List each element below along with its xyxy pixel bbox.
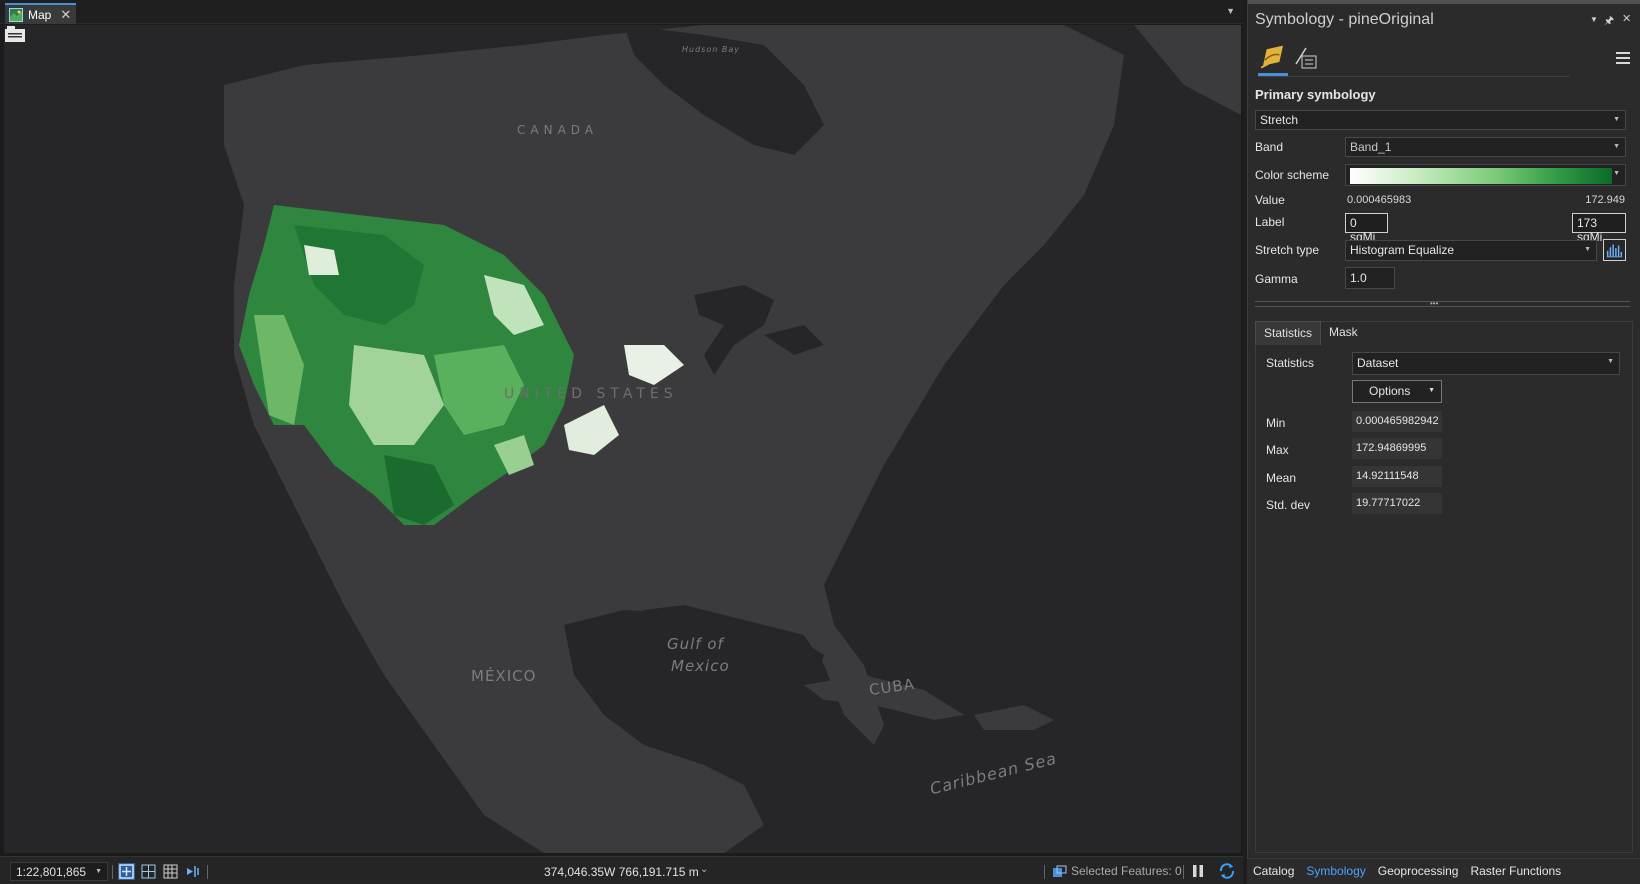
label-hudson-bay: Hudson Bay	[682, 45, 740, 54]
stretch-type-label: Stretch type	[1255, 243, 1320, 257]
renderer-select[interactable]: Stretch ▼	[1255, 110, 1626, 130]
chevron-down-icon[interactable]: ⌄	[700, 864, 708, 875]
chevron-down-icon[interactable]: ▼	[1226, 6, 1235, 16]
map-canvas[interactable]: Hudson Bay CANADA UNITED STATES MÉXICO G…	[4, 25, 1241, 853]
statistics-select[interactable]: Dataset ▼	[1352, 352, 1620, 375]
tab-raster-functions[interactable]: Raster Functions	[1464, 859, 1567, 884]
mean-label: Mean	[1266, 471, 1297, 485]
legend-icon[interactable]	[4, 25, 26, 43]
statistics-panel	[1255, 321, 1633, 853]
color-scheme-select[interactable]: ▼	[1345, 164, 1626, 186]
fixed-zoom-icon[interactable]	[118, 863, 135, 880]
chevron-down-icon: ▼	[95, 868, 102, 875]
value-max: 172.949	[1585, 194, 1625, 206]
divider	[112, 865, 113, 879]
stretch-type-value: Histogram Equalize	[1350, 243, 1455, 257]
band-label: Band	[1255, 140, 1284, 154]
map-icon	[9, 7, 23, 22]
selected-features[interactable]: Selected Features: 0	[1052, 864, 1182, 878]
gamma-input[interactable]: 1.0	[1345, 267, 1395, 289]
chevron-down-icon: ▼	[1428, 387, 1435, 394]
grid-snap-icon[interactable]	[140, 863, 157, 880]
stretch-type-select[interactable]: Histogram Equalize ▼	[1345, 240, 1597, 261]
chevron-down-icon: ▼	[1613, 170, 1620, 177]
menu-icon[interactable]	[1616, 52, 1630, 64]
grip-icon[interactable]: •••	[1430, 299, 1438, 308]
mean-value: 14.92111548	[1352, 466, 1442, 487]
chevron-down-icon: ▼	[1613, 116, 1620, 123]
basemap	[4, 25, 1241, 853]
section-title: Primary symbology	[1255, 87, 1376, 102]
band-value: Band_1	[1350, 140, 1392, 154]
navigate-icon[interactable]	[184, 863, 201, 880]
vary-symbology-tab[interactable]	[1292, 42, 1320, 76]
tab-map[interactable]: Map ✕	[5, 3, 76, 24]
primary-symbology-tab[interactable]	[1258, 42, 1288, 76]
map-tab-bar: Map ✕ ▼	[0, 0, 1243, 24]
pane-bottom-tabs: Catalog Symbology Geoprocessing Raster F…	[1247, 858, 1640, 884]
label-mexico: MÉXICO	[471, 667, 537, 685]
statistics-value: Dataset	[1357, 356, 1399, 370]
chevron-down-icon: ▼	[1584, 246, 1591, 253]
tab-mask[interactable]: Mask	[1321, 321, 1366, 345]
max-label: Max	[1266, 443, 1289, 457]
tab-geoprocessing[interactable]: Geoprocessing	[1372, 859, 1465, 884]
scale-select[interactable]: 1:22,801,865 ▼	[10, 862, 108, 881]
min-label: Min	[1266, 416, 1286, 430]
statistics-label: Statistics	[1266, 356, 1315, 370]
band-select[interactable]: Band_1 ▼	[1345, 137, 1626, 157]
map-status-bar: 1:22,801,865 ▼ 374,046.35W 766,191.715 m…	[0, 856, 1243, 884]
label-gulf-of-mexico-1: Gulf of	[667, 635, 724, 653]
stddev-value: 19.77717022	[1352, 493, 1442, 514]
selection-icon	[1053, 865, 1067, 877]
tab-catalog[interactable]: Catalog	[1247, 859, 1300, 884]
pause-icon[interactable]	[1192, 864, 1204, 878]
cursor-coordinates: 374,046.35W 766,191.715 m	[544, 865, 699, 879]
chevron-down-icon: ▼	[1607, 358, 1614, 365]
pane-title-bar: Symbology - pineOriginal ▼ 🖈 ✕	[1248, 0, 1640, 34]
value-min: 0.000465983	[1347, 194, 1412, 206]
renderer-value: Stretch	[1260, 113, 1299, 127]
label-max-input[interactable]: 173 sqMi	[1572, 213, 1626, 244]
map-view: Map ✕ ▼ Hudson Bay CANADA UNITED STATES …	[0, 0, 1243, 884]
stddev-label: Std. dev	[1266, 498, 1311, 512]
map-tab-label: Map	[28, 7, 52, 22]
value-label: Value	[1255, 193, 1285, 207]
refresh-icon[interactable]	[1218, 862, 1236, 880]
color-scheme-label: Color scheme	[1255, 168, 1330, 182]
min-value: 0.000465982942	[1352, 411, 1442, 432]
label-label: Label	[1255, 215, 1285, 229]
options-button[interactable]: Options ▼	[1352, 380, 1442, 403]
divider	[1044, 865, 1045, 879]
max-value: 172.94869995	[1352, 438, 1442, 459]
pane-title: Symbology - pineOriginal	[1255, 11, 1434, 28]
options-label: Options	[1369, 384, 1411, 398]
divider	[1183, 865, 1184, 879]
color-ramp	[1350, 168, 1612, 184]
tab-statistics[interactable]: Statistics	[1255, 321, 1322, 345]
table-icon[interactable]	[162, 863, 179, 880]
label-united-states: UNITED STATES	[504, 386, 678, 402]
label-min-input[interactable]: 0 sqMi	[1345, 213, 1388, 244]
chevron-down-icon[interactable]: ▼	[1590, 15, 1598, 24]
symbology-tabs	[1258, 42, 1320, 78]
selected-features-label: Selected Features: 0	[1071, 864, 1182, 878]
statistics-tabs: Statistics Mask	[1255, 321, 1366, 345]
tab-symbology[interactable]: Symbology	[1300, 859, 1371, 884]
divider	[1258, 76, 1570, 77]
symbology-pane: Symbology - pineOriginal ▼ 🖈 ✕ Primary s…	[1247, 0, 1640, 884]
scale-value: 1:22,801,865	[16, 865, 87, 879]
panel-splitter[interactable]	[1255, 301, 1630, 307]
close-icon[interactable]: ✕	[60, 7, 71, 23]
label-gulf-of-mexico-2: Mexico	[671, 657, 730, 675]
pin-icon[interactable]: 🖈	[1604, 12, 1614, 31]
close-icon[interactable]: ✕	[1622, 12, 1631, 25]
gamma-label: Gamma	[1255, 272, 1298, 286]
divider	[207, 865, 208, 879]
label-canada: CANADA	[517, 123, 599, 137]
chevron-down-icon: ▼	[1613, 143, 1620, 150]
histogram-icon[interactable]	[1603, 239, 1626, 261]
